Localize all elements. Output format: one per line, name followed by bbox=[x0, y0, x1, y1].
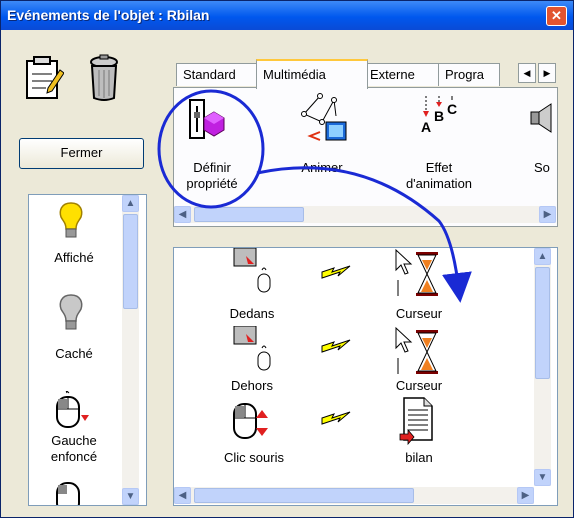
scroll-up-icon[interactable]: ▲ bbox=[122, 195, 139, 212]
lightning-icon bbox=[321, 411, 351, 425]
action-effect-line2: d'animation bbox=[405, 176, 473, 191]
actions-horizontal-scrollbar[interactable]: ◀ ▶ bbox=[174, 206, 556, 223]
scroll-left-icon[interactable]: ◀ bbox=[174, 206, 191, 223]
behaviors-vertical-scrollbar[interactable]: ▲ ▼ bbox=[534, 248, 551, 486]
behavior-2-event-label: Dehors bbox=[231, 378, 273, 393]
hourglass-cursor-icon[interactable] bbox=[394, 326, 444, 378]
scroll-down-icon[interactable]: ▼ bbox=[122, 488, 139, 505]
tab-scroll-right-icon[interactable]: ▶ bbox=[538, 63, 556, 83]
events-window: Evénements de l'objet : Rbilan ✕ Fermer … bbox=[0, 0, 574, 518]
behaviors-horizontal-scrollbar[interactable]: ◀ ▶ bbox=[174, 487, 534, 504]
tab-externe[interactable]: Externe bbox=[363, 63, 441, 86]
lightning-icon bbox=[321, 265, 351, 279]
actions-panel: Définir propriété Animer A B C Effet d'ani… bbox=[173, 87, 558, 227]
scroll-right-icon[interactable]: ▶ bbox=[517, 487, 534, 504]
scroll-left-icon[interactable]: ◀ bbox=[174, 487, 191, 504]
svg-text:B: B bbox=[434, 108, 444, 124]
lightning-icon bbox=[321, 339, 351, 353]
event-left-down-line1: Gauche bbox=[51, 433, 97, 448]
behavior-1-event-label: Dedans bbox=[229, 306, 275, 321]
mouse-out-icon[interactable] bbox=[232, 326, 272, 374]
action-effect-line1: Effet bbox=[425, 160, 453, 175]
mouse-partial-icon[interactable] bbox=[55, 477, 89, 506]
close-button[interactable]: Fermer bbox=[19, 138, 144, 169]
sound-icon[interactable] bbox=[525, 102, 555, 136]
event-left-down-label: Gauche enfoncé bbox=[29, 433, 119, 465]
window-title: Evénements de l'objet : Rbilan bbox=[7, 7, 210, 23]
scroll-up-icon[interactable]: ▲ bbox=[534, 248, 551, 265]
trash-can-icon[interactable] bbox=[88, 54, 120, 102]
scroll-thumb[interactable] bbox=[535, 267, 550, 379]
document-icon[interactable] bbox=[398, 396, 434, 446]
tab-multimedia[interactable]: Multimédia bbox=[256, 59, 368, 89]
title-bar[interactable]: Evénements de l'objet : Rbilan ✕ bbox=[1, 1, 573, 30]
event-hidden-label: Caché bbox=[55, 346, 93, 361]
animate-path-icon[interactable] bbox=[300, 92, 350, 144]
action-define-line2: propriété bbox=[186, 176, 238, 191]
mouse-down-icon[interactable] bbox=[55, 391, 89, 429]
action-animate-label: Animer bbox=[301, 160, 343, 175]
scroll-right-icon[interactable]: ▶ bbox=[539, 206, 556, 223]
behavior-3-event-label: Clic souris bbox=[224, 450, 284, 465]
cube-property-icon[interactable] bbox=[188, 98, 230, 142]
events-list: Affiché Caché Gauche enfoncé ▲ ▼ bbox=[28, 194, 147, 506]
action-sound-label: So bbox=[534, 160, 550, 175]
tab-scroll-left-icon[interactable]: ◀ bbox=[518, 63, 536, 83]
event-shown-label: Affiché bbox=[54, 250, 94, 265]
svg-text:A: A bbox=[421, 119, 431, 135]
mouse-in-icon[interactable] bbox=[232, 248, 272, 296]
tab-programmation[interactable]: Progra bbox=[438, 63, 500, 86]
action-effect-label: Effet d'animation bbox=[379, 160, 499, 192]
scroll-thumb[interactable] bbox=[194, 488, 414, 503]
event-left-down-line2: enfoncé bbox=[50, 449, 98, 464]
behavior-3-action-label: bilan bbox=[405, 450, 433, 465]
tab-standard[interactable]: Standard bbox=[176, 63, 264, 86]
action-define-line1: Définir bbox=[193, 160, 231, 175]
action-define-label: Définir propriété bbox=[174, 160, 250, 192]
events-vertical-scrollbar[interactable]: ▲ ▼ bbox=[122, 195, 139, 505]
lightbulb-on-icon[interactable] bbox=[57, 201, 85, 241]
scroll-down-icon[interactable]: ▼ bbox=[534, 469, 551, 486]
animation-effect-icon[interactable]: A B C bbox=[419, 94, 459, 138]
behavior-2-action-label: Curseur bbox=[395, 378, 443, 393]
hourglass-cursor-icon[interactable] bbox=[394, 248, 444, 300]
lightbulb-off-icon[interactable] bbox=[57, 293, 85, 333]
behaviors-list: Dedans Curseur Dehors Curseur Clic souri… bbox=[173, 247, 558, 506]
notepad-pencil-icon[interactable] bbox=[26, 56, 64, 100]
behavior-1-action-label: Curseur bbox=[395, 306, 443, 321]
svg-text:C: C bbox=[447, 101, 457, 117]
scroll-thumb[interactable] bbox=[123, 214, 138, 309]
mouse-click-icon[interactable] bbox=[232, 398, 272, 446]
close-icon[interactable]: ✕ bbox=[546, 6, 567, 26]
scroll-thumb[interactable] bbox=[194, 207, 304, 222]
